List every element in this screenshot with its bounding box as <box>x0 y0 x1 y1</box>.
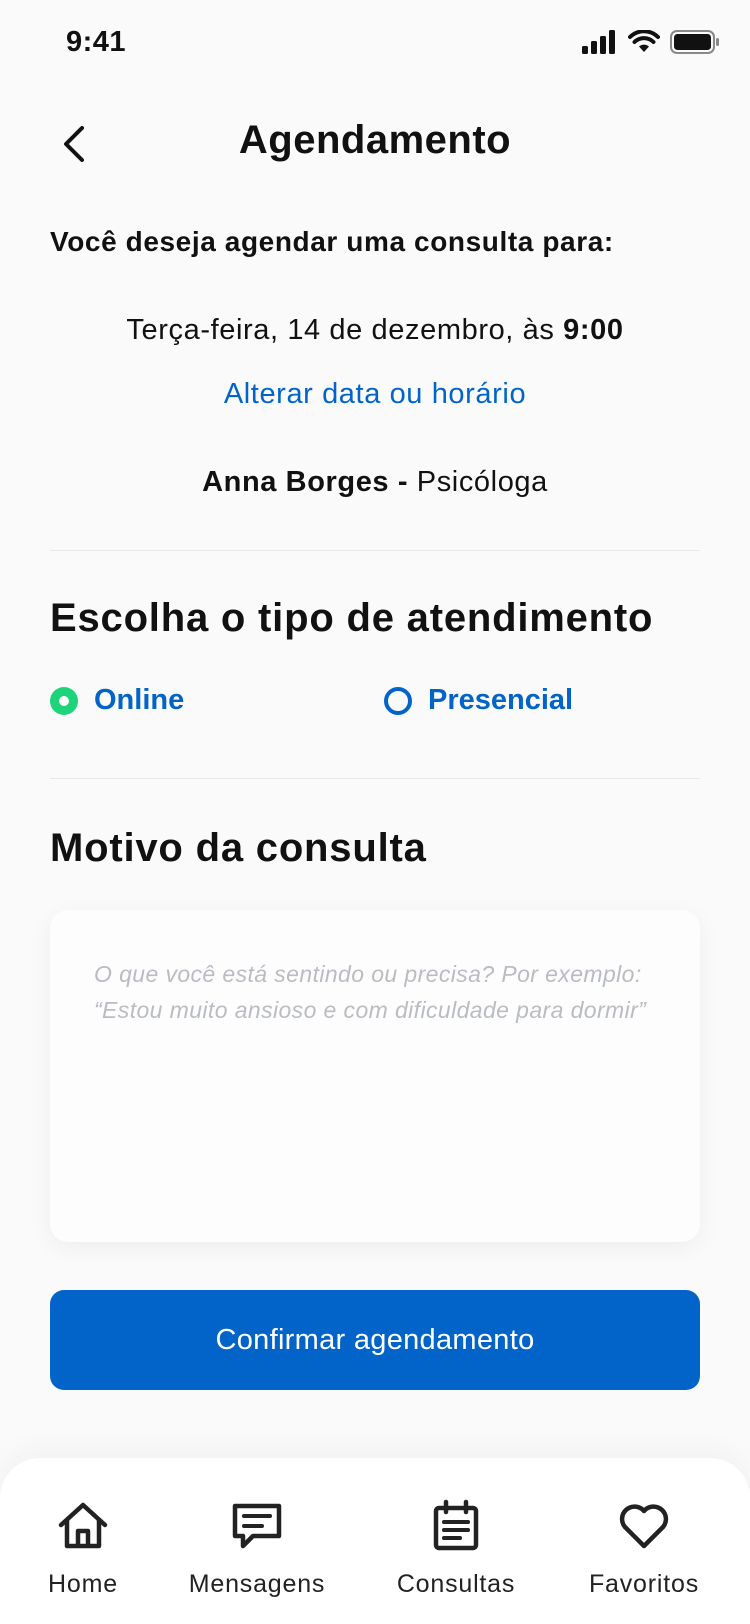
nav-item-home[interactable]: Home <box>0 1498 173 1599</box>
clipboard-icon <box>428 1498 484 1554</box>
status-icons <box>582 29 720 59</box>
status-time: 9:41 <box>66 26 127 58</box>
nav-label-favorites: Favoritos <box>588 1570 699 1598</box>
radio-unchecked-icon <box>384 686 412 715</box>
nav-label-home: Home <box>48 1570 118 1598</box>
radio-online[interactable]: Online <box>50 684 184 717</box>
radio-presencial[interactable]: Presencial <box>384 684 573 717</box>
divider <box>50 778 700 779</box>
signal-icon <box>582 30 618 59</box>
professional-role: Psicóloga <box>416 466 548 498</box>
battery-icon <box>670 30 720 59</box>
name-role-separator: - <box>389 466 417 498</box>
schedule-question: Você deseja agendar uma consulta para: <box>50 226 614 257</box>
nav-item-appointments[interactable]: Consultas <box>366 1498 546 1599</box>
attendance-title: Escolha o tipo de atendimento <box>50 596 654 640</box>
radio-presencial-label: Presencial <box>428 684 574 716</box>
reason-textarea[interactable]: O que você está sentindo ou precisa? Por… <box>50 910 700 1242</box>
reason-placeholder-line1: O que você está sentindo ou precisa? Por… <box>94 961 642 987</box>
radio-checked-icon <box>50 686 78 715</box>
nav-label-messages: Mensagens <box>188 1570 326 1598</box>
page-title: Agendamento <box>238 118 512 162</box>
wifi-icon <box>628 29 660 59</box>
professional-name: Anna Borges <box>202 466 390 498</box>
reason-placeholder: O que você está sentindo ou precisa? Por… <box>94 956 670 1028</box>
radio-online-label: Online <box>94 684 185 716</box>
professional-info: Anna Borges - Psicóloga <box>0 466 750 499</box>
divider <box>50 550 700 551</box>
message-icon <box>229 1498 285 1554</box>
reason-title: Motivo da consulta <box>50 826 427 870</box>
bottom-nav: Home Mensagens Consultas Favoritos <box>0 1458 750 1624</box>
change-datetime-link[interactable]: Alterar data ou horário <box>0 378 750 411</box>
nav-item-messages[interactable]: Mensagens <box>167 1498 347 1599</box>
appointment-date: Terça-feira, 14 de dezembro, às <box>126 314 564 346</box>
header: Agendamento <box>0 104 750 184</box>
reason-placeholder-line2: “Estou muito ansioso e com dificuldade p… <box>94 997 647 1023</box>
appointment-time: 9:00 <box>563 314 624 346</box>
home-icon <box>55 1498 111 1554</box>
nav-item-favorites[interactable]: Favoritos <box>554 1498 734 1599</box>
nav-label-appointments: Consultas <box>396 1570 516 1598</box>
status-bar: 9:41 <box>0 0 750 90</box>
heart-icon <box>616 1498 672 1554</box>
appointment-datetime: Terça-feira, 14 de dezembro, às 9:00 <box>0 314 750 347</box>
confirm-button[interactable]: Confirmar agendamento <box>50 1290 700 1390</box>
